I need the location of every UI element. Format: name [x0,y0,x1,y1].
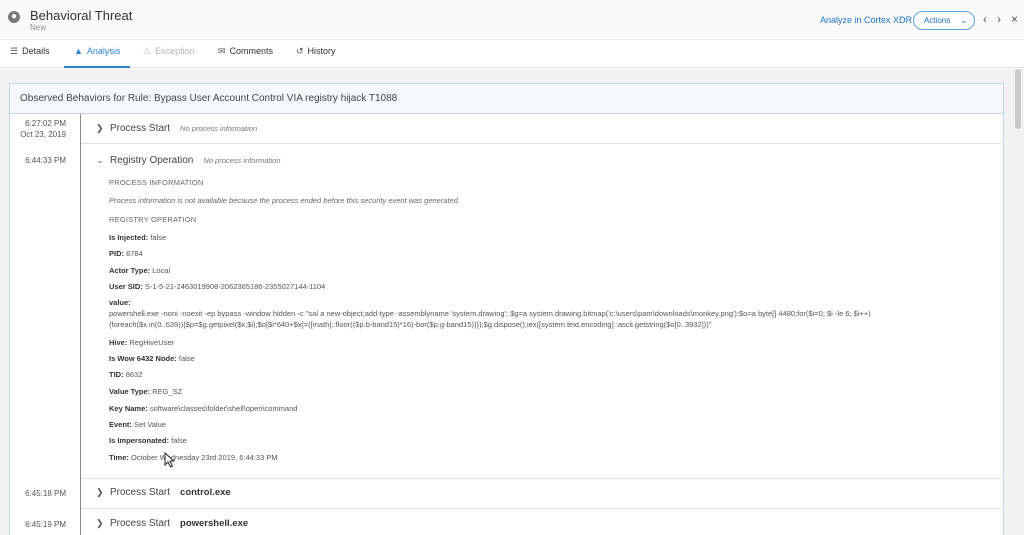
field-user-sid: User SID: S-1-5-21-2463019908-2062365186… [109,282,326,291]
threat-status-icon: ● [8,11,20,23]
scrollbar-thumb[interactable] [1015,69,1021,129]
tab-history[interactable]: ↺ History [296,46,336,68]
chevron-right-icon: ❯ [96,518,104,528]
actions-button[interactable]: Actions ⌄ [913,11,975,30]
timeline-row-process-start-control[interactable]: ❯ Process Start control.exe [96,487,231,498]
chevron-left-icon[interactable]: ‹ [983,12,987,26]
field-actor-type: Actor Type: Local [109,266,171,275]
warning-icon: ⚠ [143,46,152,56]
row-divider [81,143,1004,144]
field-hive: Hive: RegHiveUser [109,338,175,347]
actions-label: Actions [924,16,951,25]
scrollbar[interactable] [1012,69,1024,535]
timeline-row-process-start[interactable]: ❯ Process Start No process information [96,123,257,134]
analyze-in-cortex-link[interactable]: Analyze in Cortex XDR [820,15,912,25]
field-time: Time: October Wednesday 23rd 2019, 6:44:… [109,453,278,462]
tab-analysis[interactable]: ▲ Analysis [64,46,130,68]
row-time: 6:44:33 PM [25,156,66,165]
field-value-label: value: [109,298,131,307]
field-key-name: Key Name: software\classes\folder\shell\… [109,404,298,413]
row-note: No process information [203,156,281,165]
tab-bar: ☰ Details ▲ Analysis ⚠ Exception ✉ Comments … [0,40,1024,68]
close-icon[interactable]: × [1011,12,1018,26]
status-label: New [30,23,47,32]
comments-icon: ✉ [218,46,226,56]
process-name: control.exe [180,487,231,498]
title-bar: ● Behavioral Threat New Analyze in Corte… [0,0,1024,40]
field-pid: PID: 6784 [109,249,143,258]
page-title: Behavioral Threat [30,8,133,23]
row-divider [81,478,1004,479]
row-time: 6:27:02 PM [25,119,66,128]
row-divider [81,508,1004,509]
chevron-down-icon: ⌄ [96,155,104,165]
process-name: powershell.exe [180,518,249,529]
process-info-text: Process information is not available bec… [109,196,461,205]
row-date: Oct 23, 2019 [20,130,66,139]
field-value-type: Value Type: REG_SZ [109,387,183,396]
timeline-line [80,114,81,535]
chevron-right-icon[interactable]: › [997,12,1001,26]
field-event: Event: Set Value [109,420,166,429]
chevron-right-icon: ❯ [96,123,104,133]
list-icon: ☰ [10,46,19,56]
row-note: No process information [180,124,258,133]
field-tid: TID: 8632 [109,370,143,379]
field-is-impersonated: Is Impersonated: false [109,436,187,445]
field-value-command: powershell.exe -noni -noexit -ep bypass … [109,309,871,329]
panel-header: Observed Behaviors for Rule: Bypass User… [9,83,1004,114]
field-is-wow: Is Wow 6432 Node: false [109,354,195,363]
field-is-injected: Is Injected: false [109,233,167,242]
timeline-row-process-start-powershell[interactable]: ❯ Process Start powershell.exe [96,518,248,529]
timeline-row-registry-operation[interactable]: ⌄ Registry Operation No process informatio… [96,155,281,166]
tab-exception: ⚠ Exception [143,46,195,56]
tab-comments[interactable]: ✉ Comments [218,46,273,68]
row-time: 6:45:18 PM [25,489,66,498]
row-time: 6:45:19 PM [25,520,66,529]
tab-details[interactable]: ☰ Details [10,46,50,68]
mouse-cursor-icon [164,452,176,468]
process-info-heading: PROCESS INFORMATION [109,178,204,187]
flask-icon: ▲ [74,46,83,56]
history-icon: ↺ [296,46,304,56]
chevron-right-icon: ❯ [96,487,104,497]
chevron-down-icon: ⌄ [960,16,967,25]
registry-heading: REGISTRY OPERATION [109,215,197,224]
